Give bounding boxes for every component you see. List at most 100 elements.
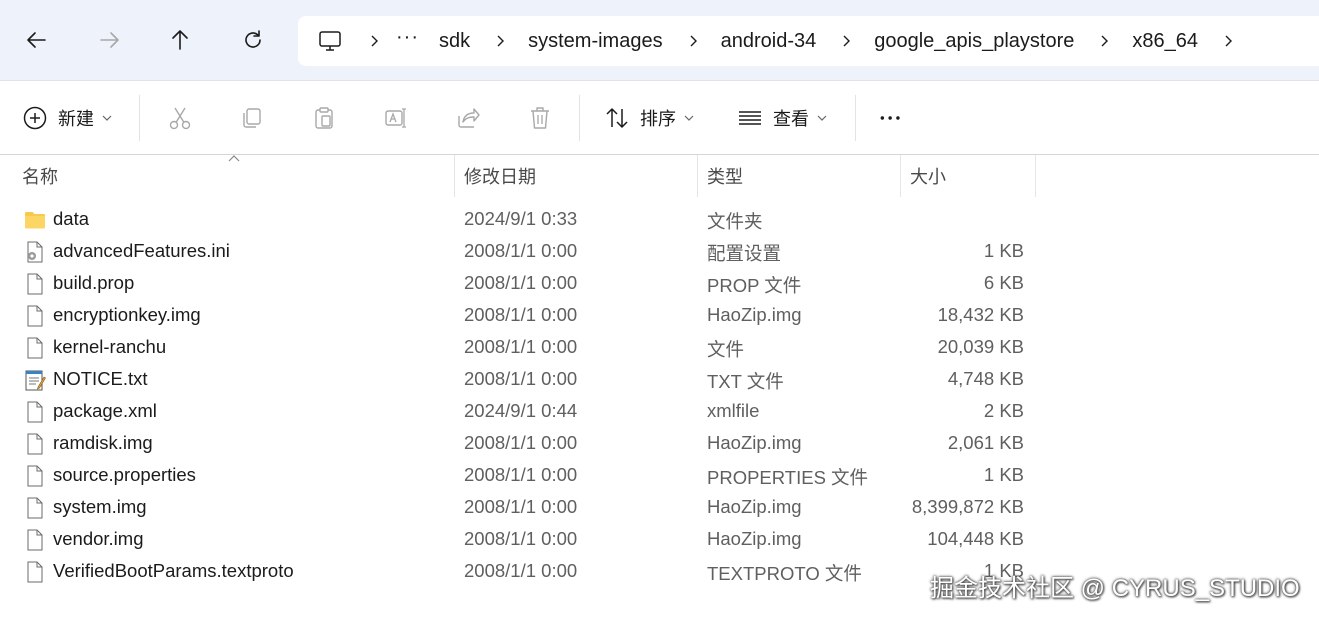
folder-icon [24,209,46,231]
file-name: ramdisk.img [53,432,153,453]
list-view-icon [739,110,761,125]
file-date: 2008/1/1 0:00 [464,432,578,453]
file-icon [24,433,46,455]
file-row[interactable]: ramdisk.img 2008/1/1 0:00 HaoZip.img 2,061 … [0,428,1040,460]
file-row[interactable]: VerifiedBootParams.textproto 2008/1/1 0:0… [0,556,1040,588]
navigation-bar: ··· sdk system-images android-34 google_… [0,0,1319,81]
sort-label: 排序 [640,108,676,129]
file-type: PROPERTIES 文件 [707,467,869,488]
file-icon [24,273,46,295]
address-bar[interactable]: ··· sdk system-images android-34 google_… [298,16,1319,66]
file-type: TEXTPROTO 文件 [707,563,862,584]
file-type: 配置设置 [707,243,782,264]
clipboard-icon [315,106,333,129]
delete-button[interactable] [527,81,553,154]
breadcrumb-android-34[interactable]: android-34 [721,30,817,53]
copy-icon [243,107,261,128]
arrow-up-icon [172,30,188,50]
chevron-right-icon[interactable] [494,35,506,47]
column-header-name[interactable]: 名称 [12,155,454,197]
toolbar-divider [579,95,580,141]
rename-icon [385,107,406,128]
file-date: 2008/1/1 0:00 [464,304,578,325]
file-icon [24,561,46,583]
breadcrumb-x86-64[interactable]: x86_64 [1132,30,1198,53]
forward-button[interactable] [87,18,131,62]
copy-button[interactable] [239,81,265,154]
file-row[interactable]: system.img 2008/1/1 0:00 HaoZip.img 8,399,8… [0,492,1040,524]
column-header-date[interactable]: 修改日期 [454,155,697,197]
breadcrumb-google-apis-playstore[interactable]: google_apis_playstore [874,30,1074,53]
file-name: vendor.img [53,528,144,549]
file-size: 20,039 KB [937,336,1024,357]
up-button[interactable] [158,18,202,62]
file-icon [24,401,46,423]
file-size: 1 KB [983,240,1024,261]
file-row[interactable]: package.xml 2024/9/1 0:44 xmlfile 2 KB [0,396,1040,428]
chevron-right-icon[interactable] [368,35,380,47]
file-name: advancedFeatures.ini [53,240,230,261]
file-icon [24,305,46,327]
arrow-right-icon [100,32,119,48]
file-name: source.properties [53,464,196,485]
trash-icon [531,106,549,129]
toolbar-divider [855,95,856,141]
breadcrumb-overflow[interactable]: ··· [396,26,419,49]
ellipsis-icon [880,115,900,120]
breadcrumb-system-images[interactable]: system-images [528,30,662,53]
chevron-right-icon[interactable] [687,35,699,47]
file-date: 2008/1/1 0:00 [464,560,578,581]
file-row[interactable]: data 2024/9/1 0:33 文件夹 [0,204,1040,236]
file-row[interactable]: source.properties 2008/1/1 0:00 PROPERTIES… [0,460,1040,492]
breadcrumb-sdk[interactable]: sdk [439,30,470,53]
new-button[interactable]: 新建 [22,81,112,154]
chevron-down-icon [102,115,112,121]
file-size: 4,748 KB [947,368,1024,389]
chevron-right-icon[interactable] [1222,35,1234,47]
view-button[interactable]: 查看 [737,81,827,154]
more-options-button[interactable] [878,81,904,154]
sort-arrows-icon [606,107,628,128]
file-icon [24,497,46,519]
share-button[interactable] [455,81,481,154]
toolbar-divider [139,95,140,141]
file-name: system.img [53,496,147,517]
file-size: 2,061 KB [947,432,1024,453]
refresh-icon [245,30,261,48]
file-date: 2008/1/1 0:00 [464,240,578,261]
notepad-icon [24,369,46,391]
file-date: 2008/1/1 0:00 [464,368,578,389]
back-button[interactable] [15,18,59,62]
column-header-type[interactable]: 类型 [697,155,900,197]
file-row[interactable]: kernel-ranchu 2008/1/1 0:00 文件 20,039 KB [0,332,1040,364]
file-name: encryptionkey.img [53,304,201,325]
file-type: HaoZip.img [707,304,802,325]
paste-button[interactable] [311,81,337,154]
file-date: 2024/9/1 0:33 [464,208,578,229]
refresh-button[interactable] [231,18,275,62]
file-date: 2008/1/1 0:00 [464,464,578,485]
arrow-left-icon [27,32,46,48]
file-row[interactable]: NOTICE.txt 2008/1/1 0:00 TXT 文件 4,748 KB [0,364,1040,396]
rename-button[interactable] [383,81,409,154]
file-row[interactable]: vendor.img 2008/1/1 0:00 HaoZip.img 104,448… [0,524,1040,556]
file-type: xmlfile [707,400,760,421]
file-row[interactable]: build.prop 2008/1/1 0:00 PROP 文件 6 KB [0,268,1040,300]
file-date: 2008/1/1 0:00 [464,336,578,357]
chevron-right-icon[interactable] [840,35,852,47]
file-name: kernel-ranchu [53,336,167,357]
column-header-size[interactable]: 大小 [900,155,1035,197]
file-type: PROP 文件 [707,275,802,296]
column-divider[interactable] [1035,155,1036,197]
file-size: 104,448 KB [927,528,1024,549]
file-icon [24,465,46,487]
file-row[interactable]: encryptionkey.img 2008/1/1 0:00 HaoZip.img… [0,300,1040,332]
file-size: 8,399,872 KB [911,496,1024,517]
view-label: 查看 [773,108,809,129]
chevron-right-icon[interactable] [1098,35,1110,47]
file-icon [24,529,46,551]
file-row[interactable]: advancedFeatures.ini 2008/1/1 0:00 配置设置 1 K… [0,236,1040,268]
sort-button[interactable]: 排序 [604,81,694,154]
cut-button[interactable] [167,81,193,154]
file-name: package.xml [53,400,157,421]
